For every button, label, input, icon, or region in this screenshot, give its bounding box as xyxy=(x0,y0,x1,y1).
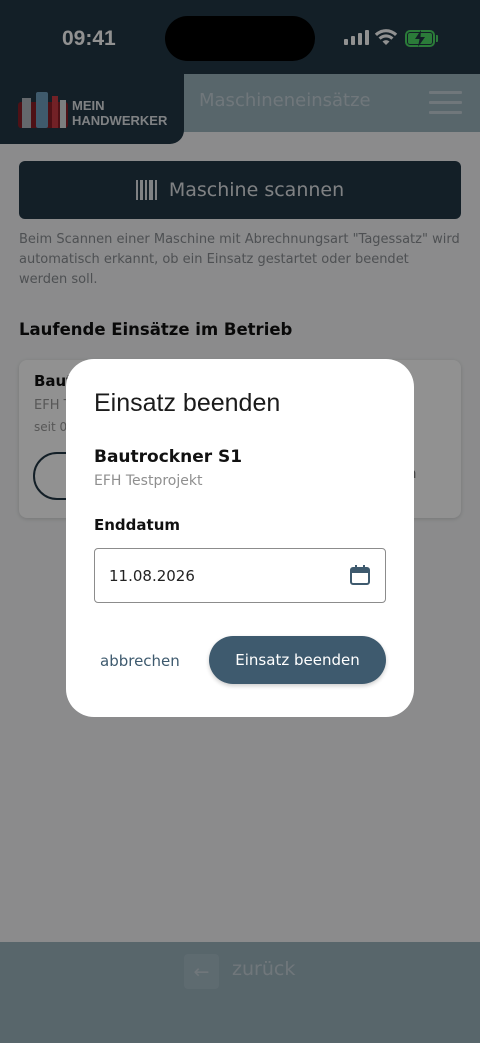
calendar-icon[interactable] xyxy=(349,564,371,586)
dialog-project-name: EFH Testprojekt xyxy=(94,473,203,489)
cancel-button[interactable]: abbrechen xyxy=(100,638,180,684)
end-date-input[interactable]: 11.08.2026 xyxy=(94,548,386,603)
dialog-machine-name: Bautrockner S1 xyxy=(94,447,243,467)
dialog-title: Einsatz beenden xyxy=(94,389,281,417)
end-date-value: 11.08.2026 xyxy=(109,567,195,585)
end-assignment-button[interactable]: Einsatz beenden xyxy=(209,636,386,684)
end-assignment-dialog: Einsatz beenden Bautrockner S1 EFH Testp… xyxy=(66,359,414,717)
end-date-label: Enddatum xyxy=(94,516,181,534)
